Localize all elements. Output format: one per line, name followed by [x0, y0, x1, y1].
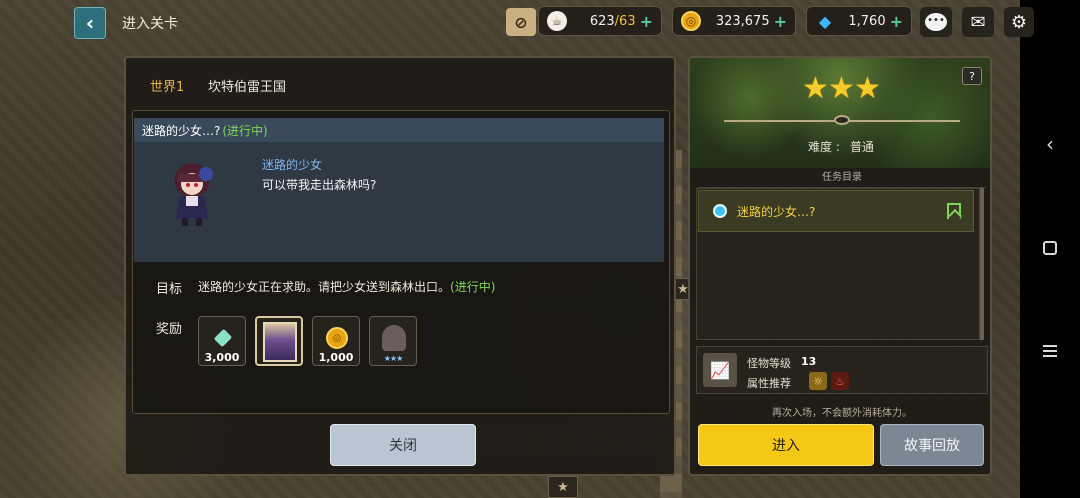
- monster-level-label: 怪物等级: [747, 357, 791, 370]
- quest-detail-panel: 世界1 坎特伯雷王国 迷路的少女…? (进行中) 迷路的少女 可以带我走出森林吗…: [124, 56, 676, 476]
- system-navigation-bar: ‹: [1020, 0, 1080, 498]
- system-home-icon[interactable]: [1043, 241, 1057, 255]
- stamina-counter: ☕ 623/63 +: [538, 6, 662, 36]
- envelope-icon: ✉: [970, 11, 986, 33]
- reward-item-gold[interactable]: ◎ 1,000: [312, 316, 360, 366]
- goal-description: 迷路的少女正在求助。请把少女送到森林出口。(进行中): [198, 278, 495, 295]
- system-recents-icon[interactable]: [1043, 345, 1057, 360]
- mail-button[interactable]: ✉: [962, 7, 994, 37]
- system-back-icon[interactable]: ‹: [1020, 132, 1080, 156]
- reward-quantity: 3,000: [204, 351, 240, 364]
- reward-star-rating: ★★★: [383, 354, 404, 363]
- trend-chart-icon: 📈: [703, 353, 737, 387]
- goal-text: 迷路的少女正在求助。请把少女送到森林出口。: [198, 280, 451, 294]
- task-item[interactable]: 迷路的少女…?: [698, 190, 974, 232]
- quest-title: 迷路的少女…?: [142, 123, 221, 138]
- gem-counter: ◆ 1,760 +: [806, 6, 912, 36]
- add-gem-button[interactable]: +: [890, 12, 903, 31]
- attribute-label: 属性推荐: [747, 377, 791, 390]
- chat-button[interactable]: •••: [920, 7, 952, 37]
- goal-status: (进行中): [450, 280, 496, 294]
- ornament-knot-icon: [834, 115, 850, 125]
- goal-label: 目标: [156, 282, 183, 297]
- add-gold-button[interactable]: +: [774, 12, 787, 31]
- reward-item-hero-card[interactable]: [255, 316, 303, 366]
- task-list-scrollbar[interactable]: [980, 188, 984, 340]
- world-name: 坎特伯雷王国: [208, 80, 287, 95]
- coffee-cup-icon: ☕: [547, 11, 567, 31]
- npc-name: 迷路的少女: [262, 158, 323, 172]
- task-list-title: 任务目录: [698, 160, 986, 188]
- task-item-label: 迷路的少女…?: [737, 204, 816, 219]
- compass-icon[interactable]: ⊘: [506, 8, 536, 36]
- hero-card-icon: [263, 322, 297, 362]
- reward-item-locked-hero[interactable]: ★★★: [369, 316, 417, 366]
- page-title: 进入关卡: [122, 16, 178, 32]
- stage-stats-box: 📈 怪物等级 13 属性推荐 ☼ ♨: [696, 346, 988, 394]
- help-button[interactable]: ?: [962, 67, 982, 85]
- diamond-icon: ◆: [818, 11, 832, 31]
- gold-coin-icon: ◎: [681, 11, 701, 31]
- reward-item-gems[interactable]: 3,000: [198, 316, 246, 366]
- gold-coin-icon: ◎: [326, 327, 348, 349]
- close-button[interactable]: 关闭: [330, 424, 476, 466]
- back-arrow-icon: ‹: [85, 11, 95, 35]
- difficulty-label: 难度 :: [808, 140, 840, 154]
- fire-element-icon: ♨: [831, 372, 849, 390]
- quest-status: (进行中): [222, 123, 268, 138]
- npc-dialog-line: 可以带我走出森林吗?: [262, 178, 377, 192]
- stamina-current: 623: [589, 13, 615, 29]
- gem-value: 1,760: [848, 13, 886, 29]
- stage-star-icon: ★: [854, 71, 881, 106]
- quest-header: 迷路的少女…? (进行中): [134, 118, 664, 142]
- reward-label: 奖励: [156, 322, 183, 337]
- map-star-badge: ★: [548, 476, 578, 498]
- monster-level-value: 13: [801, 355, 817, 368]
- enter-button[interactable]: 进入: [698, 424, 874, 466]
- story-replay-button[interactable]: 故事回放: [880, 424, 984, 466]
- settings-button[interactable]: ⚙: [1004, 7, 1034, 37]
- gold-counter: ◎ 323,675 +: [672, 6, 796, 36]
- gear-icon: ⚙: [1010, 11, 1028, 33]
- gem-icon: [213, 328, 233, 348]
- add-stamina-button[interactable]: +: [640, 12, 653, 31]
- reward-quantity: 1,000: [318, 351, 354, 364]
- reentry-note: 再次入场，不会额外消耗体力。: [772, 408, 912, 419]
- chat-bubble-icon: •••: [925, 13, 947, 31]
- light-element-icon: ☼: [809, 372, 827, 390]
- task-status-dot-icon: [713, 204, 727, 218]
- bookmark-icon[interactable]: [947, 203, 961, 219]
- stage-info-panel: ? ★ ★ ★ 难度 : 普通 任务目录 迷路的少女…? 📈 怪物等级 13 属…: [688, 56, 992, 476]
- stage-star-icon: ★: [828, 71, 855, 106]
- stamina-max: /63: [614, 13, 636, 29]
- world-tab[interactable]: 世界1: [150, 76, 184, 95]
- gold-value: 323,675: [715, 13, 770, 29]
- lost-girl-portrait: [174, 163, 213, 226]
- quest-dialog: 迷路的少女 可以带我走出森林吗?: [134, 142, 664, 262]
- stage-star-icon: ★: [802, 71, 829, 106]
- locked-hero-icon: [382, 325, 406, 351]
- back-button[interactable]: ‹: [74, 7, 106, 39]
- difficulty-value: 普通: [850, 140, 875, 154]
